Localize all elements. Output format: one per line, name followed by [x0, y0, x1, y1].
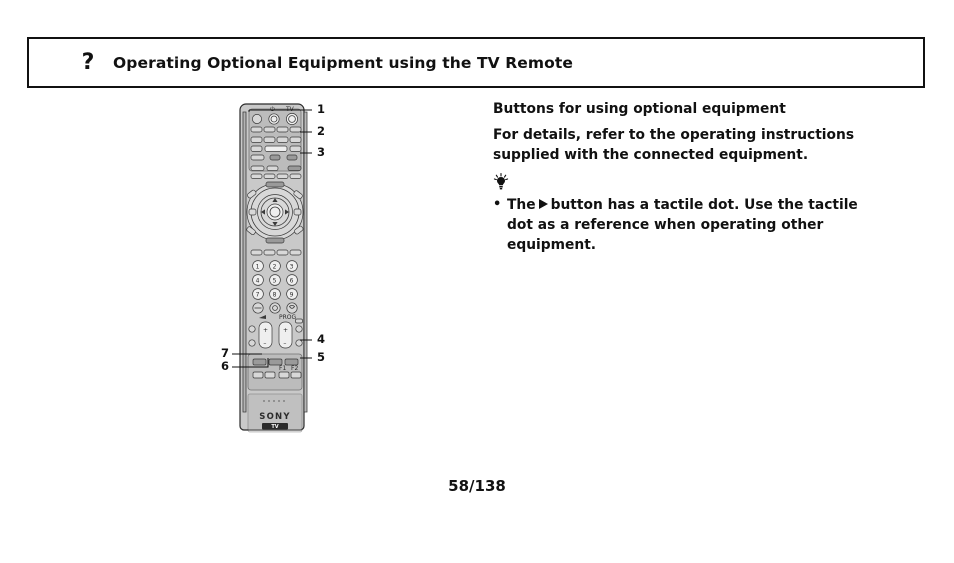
svg-text:+: +	[283, 327, 288, 334]
lightbulb-tip-icon	[493, 173, 875, 191]
bullet-text-after-3: equipment.	[507, 237, 597, 253]
svg-text:–: –	[263, 340, 266, 347]
callout-number-5: 5	[317, 350, 326, 364]
document-page: ? Operating Optional Equipment using the…	[0, 0, 954, 563]
svg-text:F1: F1	[279, 365, 286, 372]
sony-brand-label: SONY	[259, 412, 290, 422]
question-mark-icon: ?	[81, 49, 95, 75]
svg-text:1: 1	[256, 263, 260, 270]
list-item: • The button has a tactile dot. Use the ta…	[493, 195, 875, 255]
bullet-marker: •	[493, 197, 502, 212]
callout-number-3: 3	[317, 145, 326, 159]
svg-text:6: 6	[290, 277, 294, 284]
page-indicator: 58/138	[448, 477, 506, 495]
callout-number-6: 6	[221, 359, 230, 373]
play-triangle-icon	[538, 199, 548, 209]
svg-text:⏻: ⏻	[270, 106, 275, 113]
svg-text:–: –	[283, 340, 286, 347]
svg-text:TV: TV	[285, 106, 295, 113]
svg-text:4: 4	[256, 277, 260, 284]
bullet-text-after-1: button has a tactile dot. Use the tactil…	[550, 197, 858, 213]
callout-number-4: 4	[317, 332, 326, 346]
instruction-text-column: Buttons for using optional equipment For…	[493, 99, 875, 255]
section-heading: Buttons for using optional equipment	[493, 101, 786, 117]
bullet-text-before: The	[507, 197, 536, 213]
tip-bullet-list: • The button has a tactile dot. Use the ta…	[493, 195, 875, 255]
page-header-inner: ? Operating Optional Equipment using the…	[29, 39, 923, 86]
svg-text:2: 2	[273, 263, 277, 270]
details-paragraph-line-2: supplied with the connected equipment.	[493, 147, 809, 163]
svg-text:F2: F2	[291, 365, 298, 372]
svg-text:PROG: PROG	[279, 314, 297, 321]
svg-text:3: 3	[290, 263, 294, 270]
page-header-box: ? Operating Optional Equipment using the…	[27, 37, 925, 88]
svg-text:8: 8	[273, 291, 277, 298]
tv-badge-label: TV	[271, 424, 278, 430]
svg-text:7: 7	[256, 291, 260, 298]
details-paragraph-line-1: For details, refer to the operating inst…	[493, 127, 855, 143]
svg-text:+: +	[263, 327, 268, 334]
svg-text:9: 9	[290, 291, 294, 298]
callout-number-2: 2	[317, 124, 326, 138]
page-title: Operating Optional Equipment using the T…	[113, 53, 573, 72]
bullet-text-after-2: dot as a reference when operating other	[507, 217, 824, 233]
callout-number-1: 1	[317, 102, 326, 116]
svg-text:5: 5	[273, 277, 277, 284]
callout-number-7: 7	[221, 346, 230, 360]
